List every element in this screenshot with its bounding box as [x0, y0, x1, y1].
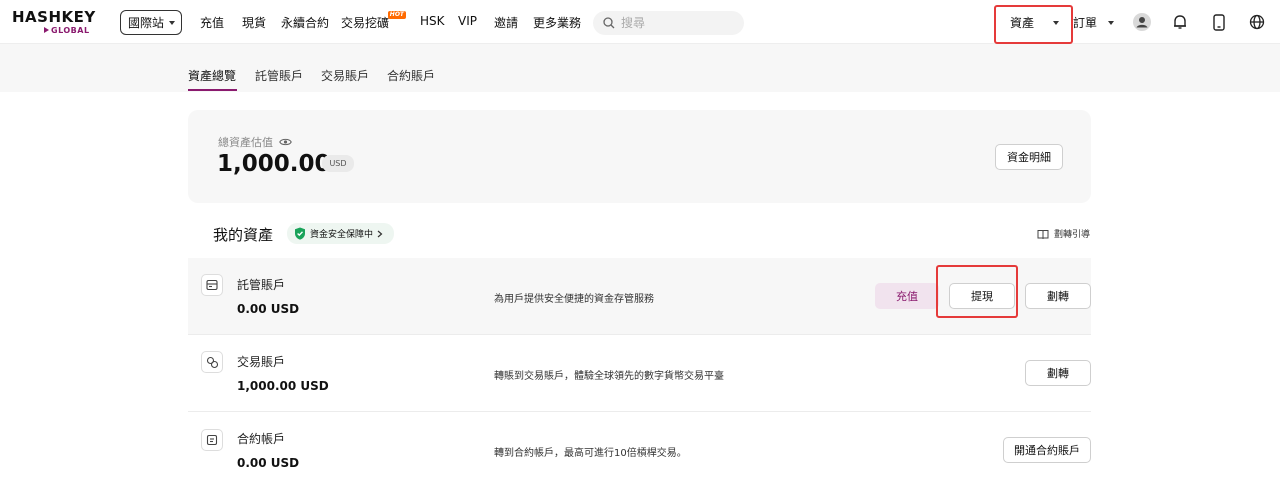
- mobile-app-icon[interactable]: [1210, 13, 1228, 31]
- hot-badge: HOT: [387, 11, 407, 19]
- chevron-down-icon: [169, 20, 176, 25]
- safety-badge[interactable]: 資金安全保障中: [287, 223, 394, 244]
- tab-asset-overview[interactable]: 資產總覽: [188, 67, 236, 84]
- transfer-guide-label: 劃轉引導: [1054, 230, 1091, 240]
- total-assets-value: 1,000.00: [217, 151, 331, 177]
- tab-futures-account[interactable]: 合約賬戶: [387, 67, 435, 84]
- exchange-icon: [201, 351, 223, 373]
- site-select-label: 國際站: [128, 16, 165, 30]
- nav-trade-mining[interactable]: 交易挖礦 HOT: [341, 11, 407, 31]
- orders-menu[interactable]: 訂單: [1073, 14, 1115, 31]
- account-description: 轉賬到交易賬戶，體驗全球領先的數字貨幣交易平臺: [494, 371, 724, 382]
- active-tab-indicator: [188, 89, 237, 91]
- account-balance: 1,000.00 USD: [237, 379, 329, 393]
- total-assets-label-text: 總資產估值: [218, 136, 273, 149]
- nav-vip[interactable]: VIP: [458, 14, 477, 28]
- transfer-button[interactable]: 劃轉: [1025, 283, 1091, 309]
- search-icon: [603, 17, 615, 29]
- nav-trade-mining-label: 交易挖礦: [341, 16, 390, 30]
- account-name: 交易賬戶: [237, 355, 286, 369]
- shield-check-icon: [295, 227, 305, 240]
- transfer-guide-link[interactable]: 劃轉引導: [1037, 227, 1090, 240]
- account-name: 合約帳戶: [237, 432, 286, 446]
- nav-spot[interactable]: 現貨: [242, 14, 266, 31]
- eye-icon[interactable]: [279, 137, 292, 147]
- chevron-down-icon: [1108, 20, 1115, 25]
- search-input[interactable]: [621, 16, 731, 30]
- orders-menu-label: 訂單: [1073, 16, 1098, 30]
- globe-icon[interactable]: [1248, 13, 1266, 31]
- transfer-button[interactable]: 劃轉: [1025, 360, 1091, 386]
- contract-icon: [201, 429, 223, 451]
- logo-sub: GLOBAL: [44, 26, 90, 35]
- my-assets-title: 我的資產: [213, 226, 274, 244]
- nav-perpetual[interactable]: 永續合約: [281, 14, 329, 31]
- logo-wordmark: HASHKEY: [12, 8, 96, 26]
- tab-trading-account[interactable]: 交易賬戶: [321, 67, 369, 84]
- account-description: 為用戶提供安全便捷的資金存管服務: [494, 294, 654, 305]
- account-row-futures: 合約帳戶 0.00 USD 轉到合約帳戶，最高可進行10倍槓桿交易。: [188, 412, 1091, 489]
- top-header: HASHKEY GLOBAL 國際站 充值 現貨 永續合約 交易挖礦 HOT H…: [0, 0, 1280, 44]
- hashkey-logo[interactable]: HASHKEY GLOBAL: [12, 8, 96, 36]
- total-assets-label: 總資產估值: [218, 134, 292, 150]
- safety-badge-label: 資金安全保障中: [310, 230, 374, 240]
- account-row-trading: 交易賬戶 1,000.00 USD 轉賬到交易賬戶，體驗全球領先的數字貨幣交易平…: [188, 335, 1091, 412]
- account-description: 轉到合約帳戶，最高可進行10倍槓桿交易。: [494, 448, 687, 459]
- search-box[interactable]: [593, 11, 744, 35]
- book-icon: [1037, 229, 1049, 239]
- account-name: 託管賬戶: [237, 278, 286, 292]
- avatar-icon[interactable]: [1133, 13, 1151, 31]
- chevron-right-icon: [377, 230, 383, 237]
- deposit-button[interactable]: 充值: [875, 283, 939, 309]
- account-balance: 0.00 USD: [237, 302, 300, 316]
- open-futures-account-button[interactable]: 開通合約賬戶: [1003, 437, 1091, 463]
- highlight-box-assets: [994, 5, 1073, 44]
- tab-custody-account[interactable]: 託管賬戶: [255, 67, 303, 84]
- nav-more-business[interactable]: 更多業務: [533, 14, 581, 31]
- fund-details-button[interactable]: 資金明細: [995, 144, 1063, 170]
- nav-deposit[interactable]: 充值: [200, 14, 224, 31]
- nav-hsk[interactable]: HSK: [420, 14, 445, 28]
- vault-icon: [201, 274, 223, 296]
- currency-badge[interactable]: USD: [322, 155, 354, 172]
- highlight-box-withdraw: [936, 265, 1018, 318]
- bell-icon[interactable]: [1171, 13, 1189, 31]
- site-select[interactable]: 國際站: [120, 10, 182, 35]
- nav-invite[interactable]: 邀請: [494, 14, 518, 31]
- account-balance: 0.00 USD: [237, 456, 300, 470]
